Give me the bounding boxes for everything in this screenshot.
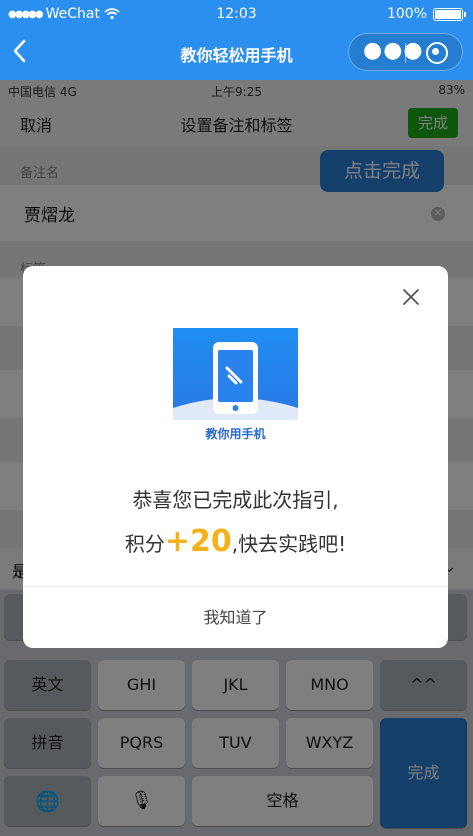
- battery-percent: 100%: [386, 6, 427, 22]
- close-icon[interactable]: [400, 286, 422, 308]
- status-bar: ●●●●● WeChat 12:03 100%: [0, 0, 473, 28]
- battery: 100%: [386, 6, 466, 22]
- points-value: +20: [164, 524, 232, 559]
- completion-modal: 教你用手机 恭喜您已完成此次指引, 积分+20,快去实践吧! 我知道了: [23, 266, 448, 648]
- mini-program-capsule: ●●●: [348, 33, 463, 71]
- target-icon[interactable]: [426, 42, 448, 64]
- app-name: 教你用手机: [205, 427, 266, 441]
- battery-icon: [433, 7, 466, 21]
- message-suffix: ,快去实践吧!: [231, 532, 347, 556]
- wechat-header: ●●●●● WeChat 12:03 100% 教你轻松用手机 ●●●: [0, 0, 473, 80]
- phone-icon: [173, 342, 298, 420]
- message-line1: 恭喜您已完成此次指引,: [132, 488, 339, 512]
- more-dots-icon[interactable]: ●●●: [363, 40, 424, 62]
- confirm-button[interactable]: 我知道了: [23, 586, 448, 648]
- capsule-divider: [405, 43, 406, 63]
- message-line2: 积分+20,快去实践吧!: [23, 524, 448, 559]
- app-logo: 教你用手机: [173, 328, 298, 453]
- message-prefix: 积分: [124, 532, 165, 556]
